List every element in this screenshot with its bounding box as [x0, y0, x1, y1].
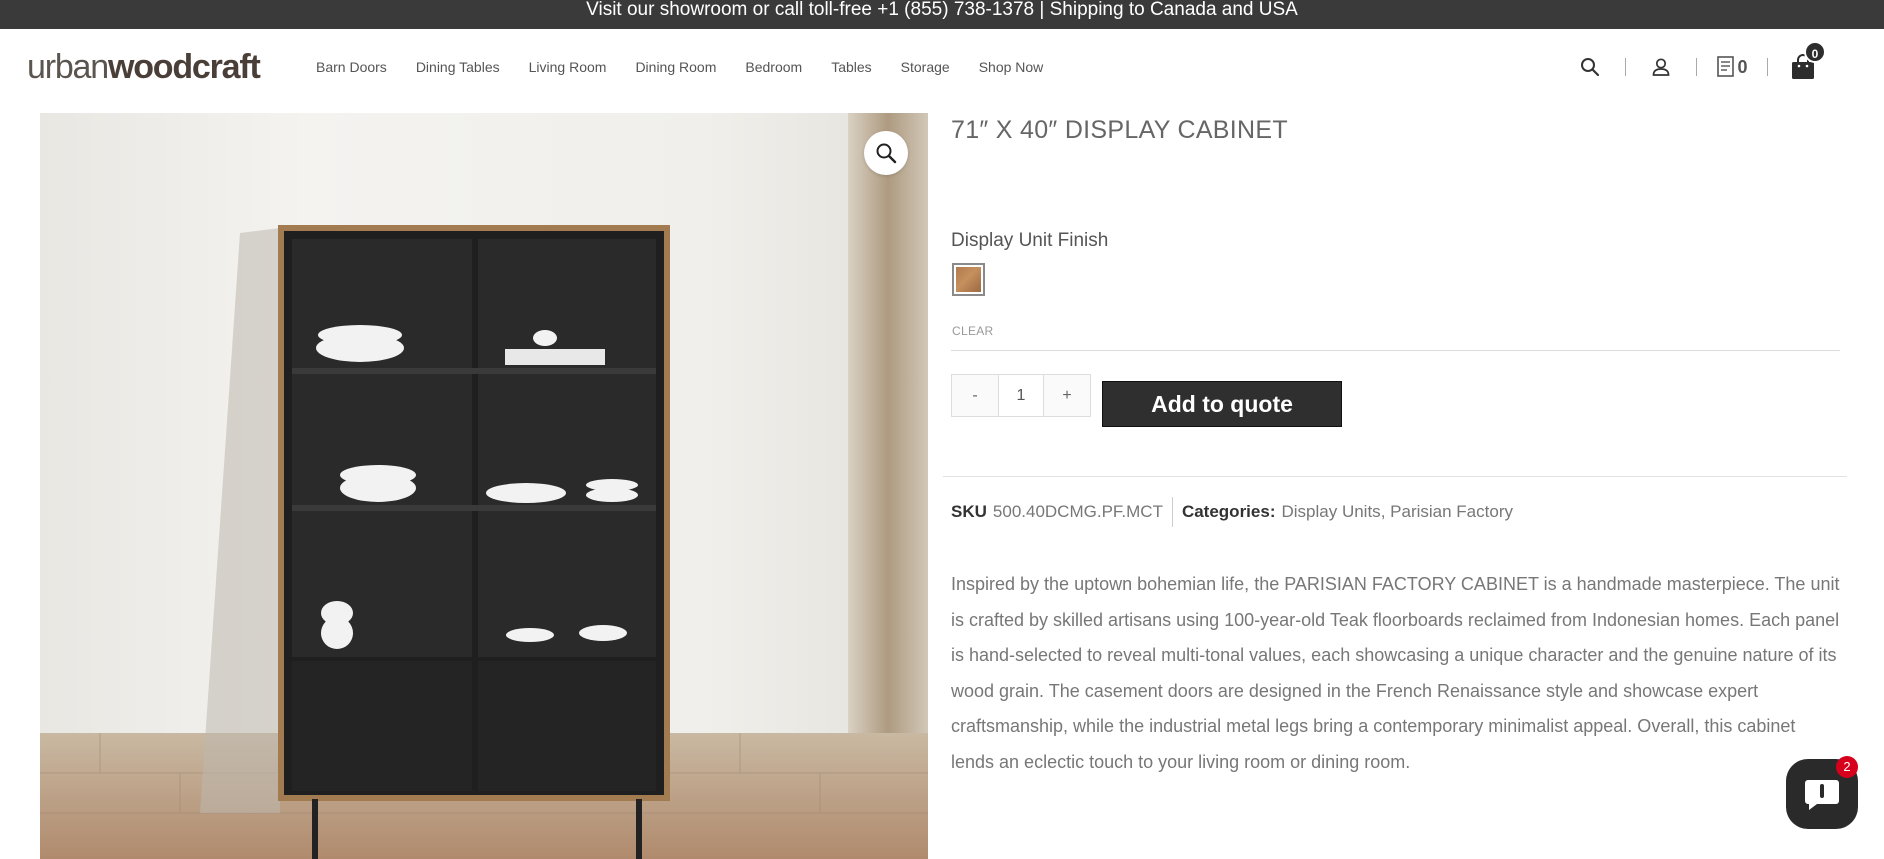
product-meta: SKU 500.40DCMG.PF.MCT Categories: Displa…: [951, 497, 1513, 527]
nav-barn-doors[interactable]: Barn Doors: [316, 57, 387, 77]
chat-unread-badge: 2: [1836, 756, 1858, 778]
announcement-bar: Visit our showroom or call toll-free +1 …: [0, 0, 1884, 29]
quantity-stepper: - +: [951, 374, 1091, 417]
chat-bubble-icon: [1805, 780, 1839, 810]
product-description: Inspired by the uptown bohemian life, th…: [951, 574, 1840, 772]
quantity-increase-button[interactable]: +: [1044, 375, 1090, 416]
finish-swatch[interactable]: [952, 263, 985, 296]
shopping-bag-icon[interactable]: 0: [1783, 41, 1826, 87]
logo-light: urban: [27, 48, 109, 86]
search-icon[interactable]: [1570, 47, 1610, 87]
nav-dining-room[interactable]: Dining Room: [635, 57, 716, 77]
main-nav: Barn Doors Dining Tables Living Room Din…: [316, 57, 1072, 77]
quantity-input[interactable]: [998, 375, 1044, 416]
category-separator: ,: [1380, 502, 1386, 521]
meta-divider: [1171, 497, 1173, 527]
user-icon[interactable]: [1641, 47, 1681, 87]
finish-label: Display Unit Finish: [951, 230, 1109, 251]
categories-label: Categories:: [1181, 502, 1276, 521]
nav-storage[interactable]: Storage: [901, 57, 950, 77]
divider: [943, 476, 1847, 477]
header-actions: 0 0: [1570, 41, 1826, 87]
nav-living-room[interactable]: Living Room: [529, 57, 607, 77]
header-divider: [1625, 58, 1626, 76]
site-logo[interactable]: urbanwoodcraft: [27, 47, 261, 87]
nav-tables[interactable]: Tables: [831, 57, 871, 77]
site-header: urbanwoodcraft Barn Doors Dining Tables …: [0, 29, 1884, 104]
divider: [951, 350, 1840, 351]
nav-bedroom[interactable]: Bedroom: [745, 57, 802, 77]
wood-swatch-icon: [956, 267, 981, 292]
sku-value: 500.40DCMG.PF.MCT: [992, 502, 1163, 521]
logo-bold: woodcraft: [107, 48, 261, 86]
announcement-text: Visit our showroom or call toll-free +1 …: [586, 0, 1298, 20]
cabinet-photo: [40, 113, 928, 859]
zoom-icon[interactable]: [864, 131, 908, 175]
header-divider: [1767, 58, 1768, 76]
clear-selection-link[interactable]: CLEAR: [952, 324, 994, 338]
category-link-parisian-factory[interactable]: Parisian Factory: [1390, 502, 1513, 522]
quantity-decrease-button[interactable]: -: [952, 375, 998, 416]
nav-dining-tables[interactable]: Dining Tables: [416, 57, 500, 77]
nav-shop-now[interactable]: Shop Now: [979, 57, 1044, 77]
quote-count: 0: [1737, 56, 1748, 77]
add-to-quote-button[interactable]: Add to quote: [1102, 381, 1342, 427]
header-divider: [1696, 58, 1697, 76]
cart-count-badge: 0: [1804, 41, 1826, 63]
category-link-display-units[interactable]: Display Units: [1281, 502, 1380, 522]
quote-list-icon[interactable]: 0: [1712, 47, 1752, 87]
sku-label: SKU: [951, 502, 987, 521]
product-image[interactable]: [40, 113, 928, 859]
product-title: 71″ X 40″ DISPLAY CABINET: [951, 116, 1288, 144]
